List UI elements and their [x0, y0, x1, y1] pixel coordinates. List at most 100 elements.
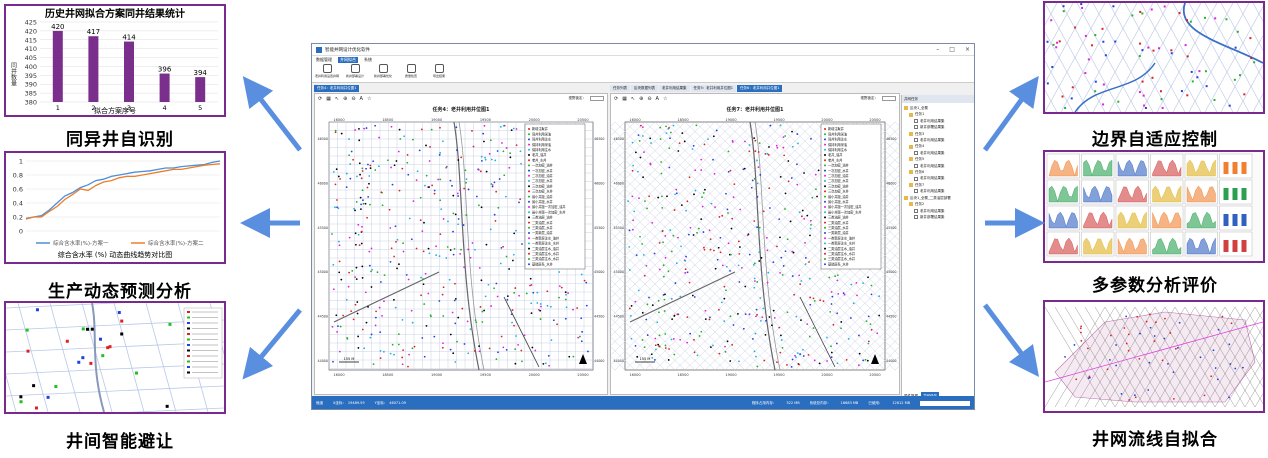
well-marker: [511, 259, 514, 262]
legend-swatch: [528, 216, 530, 219]
legend-label: 保持利用注水: [532, 147, 552, 152]
well-marker: [395, 160, 398, 162]
grid-icon[interactable]: ▦: [622, 96, 627, 102]
legend-label: 三次加密_油井: [828, 183, 849, 188]
well-marker: [753, 277, 756, 280]
zoom-in-icon[interactable]: ⊕: [639, 96, 643, 102]
star-icon[interactable]: ☆: [663, 96, 667, 102]
well-marker: [423, 303, 426, 305]
well-marker: [794, 354, 796, 357]
tab-right[interactable]: 老井利用结果集: [659, 85, 690, 92]
well-marker: [786, 311, 789, 314]
well-marker: [836, 362, 839, 365]
star-icon[interactable]: ☆: [367, 96, 371, 102]
well-marker: [449, 348, 452, 351]
well-marker: [870, 284, 873, 287]
refresh-icon[interactable]: ⟳: [318, 96, 322, 102]
well-marker: [787, 180, 790, 183]
well-marker: [684, 271, 687, 274]
text-icon[interactable]: A: [656, 96, 659, 102]
view-lock-select[interactable]: [590, 96, 604, 101]
zoom-out-icon[interactable]: ⊖: [351, 96, 355, 102]
well-marker: [1094, 90, 1097, 93]
well-marker: [1094, 34, 1097, 37]
app-icon: [316, 46, 322, 53]
well-marker: [759, 174, 762, 176]
well-marker: [672, 124, 675, 127]
well-marker: [697, 227, 700, 230]
well-marker: [376, 271, 379, 274]
menu-item[interactable]: 数据管理: [316, 57, 332, 63]
well-marker: [378, 136, 381, 139]
ribbon-button[interactable]: 新井部署优化: [372, 64, 394, 81]
well-marker: [780, 256, 783, 259]
text-icon[interactable]: A: [360, 96, 363, 102]
cursor-icon[interactable]: ↖: [335, 96, 339, 102]
legend-swatch: [528, 180, 530, 182]
ribbon-button[interactable]: 质量检查: [400, 64, 422, 81]
well-marker: [1161, 359, 1164, 362]
tab-right[interactable]: 区块数据列表: [631, 85, 658, 92]
well-marker: [654, 337, 657, 340]
well-marker: [1253, 61, 1256, 64]
close-icon[interactable]: ×: [965, 46, 970, 53]
well-marker: [776, 361, 778, 364]
well-marker: [439, 151, 442, 154]
well-marker: [731, 217, 734, 220]
well-marker: [379, 349, 382, 352]
x-tick-label: 18500: [382, 373, 393, 377]
right-well-map[interactable]: 新增注聚井同井利用采油同井利用注水保持利用采油保持利用注水老井_油井老井_水井一…: [611, 114, 899, 384]
road-line: [91, 303, 105, 412]
well-marker: [512, 253, 515, 256]
well-marker: [35, 308, 39, 312]
well-marker: [514, 362, 517, 365]
well-marker: [779, 351, 782, 354]
ribbon-button[interactable]: 新井部署设计: [344, 64, 366, 81]
tab-right[interactable]: 任务5：老井利用井位图1: [690, 85, 736, 92]
tree-item[interactable]: 新井部署结果集: [904, 214, 974, 220]
document-icon: [914, 163, 918, 168]
well-marker: [1152, 49, 1155, 52]
menu-item[interactable]: 系统: [364, 57, 372, 63]
cursor-icon[interactable]: ↖: [631, 96, 635, 102]
legend-label: 综合含水率(%)-方案一: [53, 239, 109, 247]
x-tick-label: 18500: [382, 118, 393, 122]
well-marker: [357, 223, 360, 226]
well-marker: [878, 314, 881, 317]
well-marker: [352, 158, 354, 161]
legend-swatch: [187, 333, 190, 335]
refresh-icon[interactable]: ⟳: [614, 96, 618, 102]
well-marker: [367, 306, 369, 308]
multiparam-panel: [1043, 150, 1265, 263]
legend-swatch: [824, 159, 826, 162]
minimize-icon[interactable]: –: [936, 46, 939, 53]
legend-label: 二次加密_水井: [828, 178, 849, 183]
maximize-icon[interactable]: □: [949, 46, 955, 53]
well-marker: [683, 140, 686, 143]
well-marker: [779, 271, 781, 274]
tool-icon: [378, 64, 388, 73]
well-marker: [1064, 107, 1067, 110]
well-marker: [1141, 80, 1144, 83]
well-marker: [464, 169, 467, 172]
tab-right[interactable]: 任务列表: [610, 85, 630, 92]
zoom-out-icon[interactable]: ⊖: [647, 96, 651, 102]
folder-icon: [904, 195, 908, 200]
zoom-in-icon[interactable]: ⊕: [343, 96, 347, 102]
tab-right[interactable]: 任务6：老井利用井位图1: [736, 85, 783, 92]
ribbon-button[interactable]: 老井利用设置井网: [315, 64, 339, 81]
tab-left-map[interactable]: 任务4：老井利用井位图1: [314, 85, 360, 92]
status-y-label: Y坐标：: [374, 400, 388, 405]
grid-icon[interactable]: ▦: [326, 96, 331, 102]
well-marker: [723, 320, 726, 322]
ribbon-label: 新井部署设计: [345, 74, 364, 78]
well-marker: [628, 229, 631, 232]
well-marker: [1139, 10, 1142, 13]
view-lock-select[interactable]: [882, 96, 896, 101]
well-marker: [784, 250, 787, 253]
left-well-map[interactable]: 新增注聚井同井利用采油同井利用注水保持利用采油保持利用注水老井_油井老井_水井一…: [315, 114, 607, 384]
menu-item[interactable]: 井网拟合: [338, 56, 358, 63]
well-marker: [724, 345, 726, 348]
ribbon-button[interactable]: 导出结果: [428, 64, 450, 81]
map-legend: 新增注聚井同井利用采油同井利用注水保持利用采油保持利用注水老井_油井老井_水井一…: [524, 123, 586, 270]
